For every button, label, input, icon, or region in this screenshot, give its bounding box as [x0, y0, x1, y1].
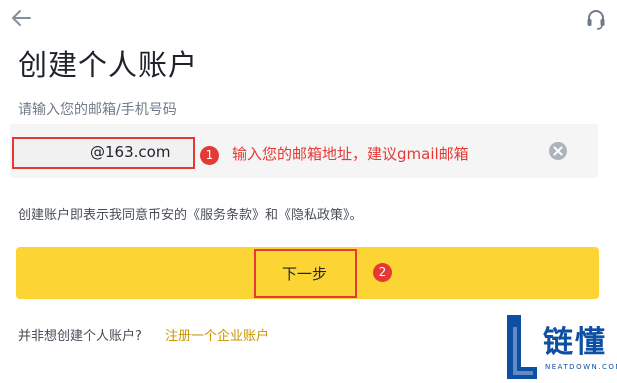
terms-text: 创建账户即表示我同意币安的《服务条款》和《隐私政策》。 — [18, 208, 363, 223]
next-button-label[interactable]: 下一步 — [282, 263, 327, 284]
annotation-text-1: 输入您的邮箱地址，建议gmail邮箱 — [232, 145, 469, 163]
business-account-link[interactable]: 注册一个企业账户 — [165, 325, 269, 344]
back-arrow-icon[interactable] — [10, 8, 32, 28]
watermark-l-icon — [507, 315, 537, 379]
watermark-en-text: NEATDOWN.COM — [545, 363, 617, 371]
annotation-marker-1: 1 — [200, 146, 219, 165]
watermark-logo: 链懂 NEATDOWN.COM — [505, 313, 617, 381]
page-title: 创建个人账户 — [18, 48, 199, 82]
watermark-cn-text: 链懂 — [543, 325, 607, 360]
headset-icon[interactable] — [585, 8, 607, 30]
clear-input-icon[interactable] — [548, 141, 568, 161]
email-field-label: 请输入您的邮箱/手机号码 — [18, 102, 177, 118]
annotation-marker-2: 2 — [373, 263, 392, 282]
email-input-value[interactable]: @163.com — [90, 143, 170, 161]
business-account-prompt: 并非想创建个人账户? — [18, 329, 142, 344]
